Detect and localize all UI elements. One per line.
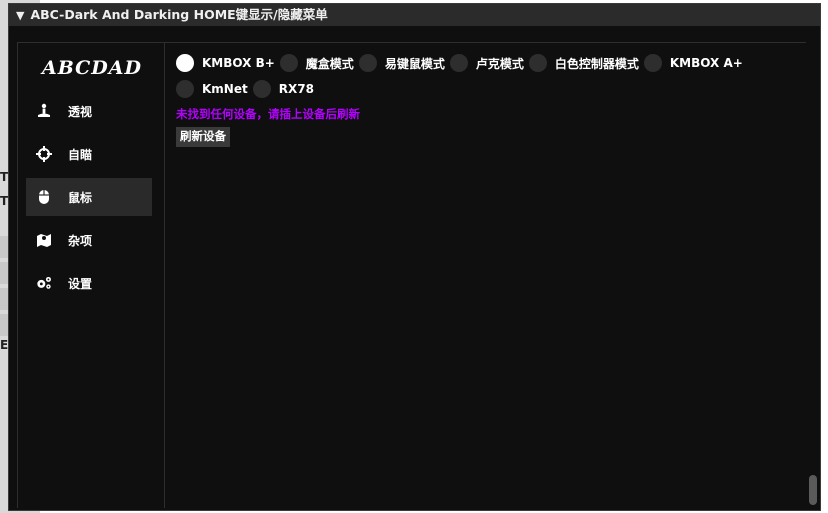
sidebar-item-esp[interactable]: 透视: [26, 92, 152, 130]
radio-label: 易键鼠模式: [384, 56, 445, 71]
radio-kmbox-a-plus[interactable]: KMBOX A+: [643, 53, 743, 73]
sidebar-item-misc[interactable]: 杂项: [26, 221, 152, 259]
radio-label: KmNet: [202, 82, 248, 96]
radio-kmnet[interactable]: KmNet: [176, 79, 248, 99]
mouse-icon: [36, 189, 52, 205]
refresh-devices-button[interactable]: 刷新设备: [176, 127, 230, 147]
window-title: ABC-Dark And Darking HOME键显示/隐藏菜单: [30, 7, 328, 22]
device-status-message: 未找到任何设备，请插上设备后刷新: [176, 107, 360, 121]
sidebar-item-mouse[interactable]: 鼠标: [26, 178, 152, 216]
radio-label: KMBOX A+: [669, 56, 743, 70]
radio-kmbox-b-plus[interactable]: KMBOX B+: [176, 53, 275, 73]
sidebar: ABCDAD 透视 自瞄 鼠标 杂项 设置: [18, 43, 165, 508]
background-text-fragment: E: [0, 338, 9, 352]
radio-label: 卢克模式: [475, 56, 524, 71]
radio-label: KMBOX B+: [202, 56, 275, 70]
sidebar-item-label: 鼠标: [68, 190, 93, 205]
radio-label: 白色控制器模式: [554, 56, 639, 71]
map-icon: [36, 232, 52, 248]
radio-luke-mode[interactable]: 卢克模式: [449, 53, 524, 73]
radio-button[interactable]: [358, 54, 377, 72]
sidebar-item-aimbot[interactable]: 自瞄: [26, 135, 152, 173]
gears-icon: [36, 275, 52, 291]
mouse-settings-panel: KMBOX B+ 魔盒模式 易键鼠模式 卢克模式 白色控制器模式 KMBOX A…: [172, 43, 806, 508]
radio-label: 魔盒模式: [305, 56, 354, 71]
radio-button[interactable]: [279, 54, 298, 72]
app-logo: ABCDAD: [42, 57, 142, 79]
radio-easy-kbm-mode[interactable]: 易键鼠模式: [358, 53, 445, 73]
menu-window: ▼ ABC-Dark And Darking HOME键显示/隐藏菜单 ABCDA…: [8, 3, 821, 511]
sidebar-item-label: 设置: [68, 276, 93, 291]
radio-button[interactable]: [252, 80, 271, 98]
sidebar-item-label: 透视: [68, 104, 93, 119]
scrollbar-thumb[interactable]: [809, 475, 817, 505]
radio-label: RX78: [278, 82, 314, 96]
sidebar-item-label: 自瞄: [68, 147, 93, 162]
device-radio-group: KMBOX B+ 魔盒模式 易键鼠模式 卢克模式 白色控制器模式 KMBOX A…: [176, 53, 776, 99]
crosshair-icon: [36, 146, 52, 162]
content-area: ABCDAD 透视 自瞄 鼠标 杂项 设置 KMBOX B+ 魔盒模式 易键鼠模…: [17, 42, 806, 508]
radio-button-checked[interactable]: [176, 54, 194, 72]
radio-button[interactable]: [176, 80, 194, 98]
radio-button[interactable]: [643, 54, 662, 72]
sidebar-item-settings[interactable]: 设置: [26, 264, 152, 302]
background-text-fragment: T: [0, 194, 9, 208]
window-titlebar[interactable]: ▼ ABC-Dark And Darking HOME键显示/隐藏菜单: [9, 4, 820, 26]
collapse-triangle-icon[interactable]: ▼: [16, 9, 24, 22]
radio-magic-box-mode[interactable]: 魔盒模式: [279, 53, 354, 73]
radio-rx78[interactable]: RX78: [252, 79, 314, 99]
sidebar-item-label: 杂项: [68, 233, 93, 248]
radio-button[interactable]: [528, 54, 547, 72]
radio-white-controller-mode[interactable]: 白色控制器模式: [528, 53, 639, 73]
person-icon: [36, 103, 52, 119]
radio-button[interactable]: [449, 54, 468, 72]
background-text-fragment: T: [0, 170, 9, 184]
